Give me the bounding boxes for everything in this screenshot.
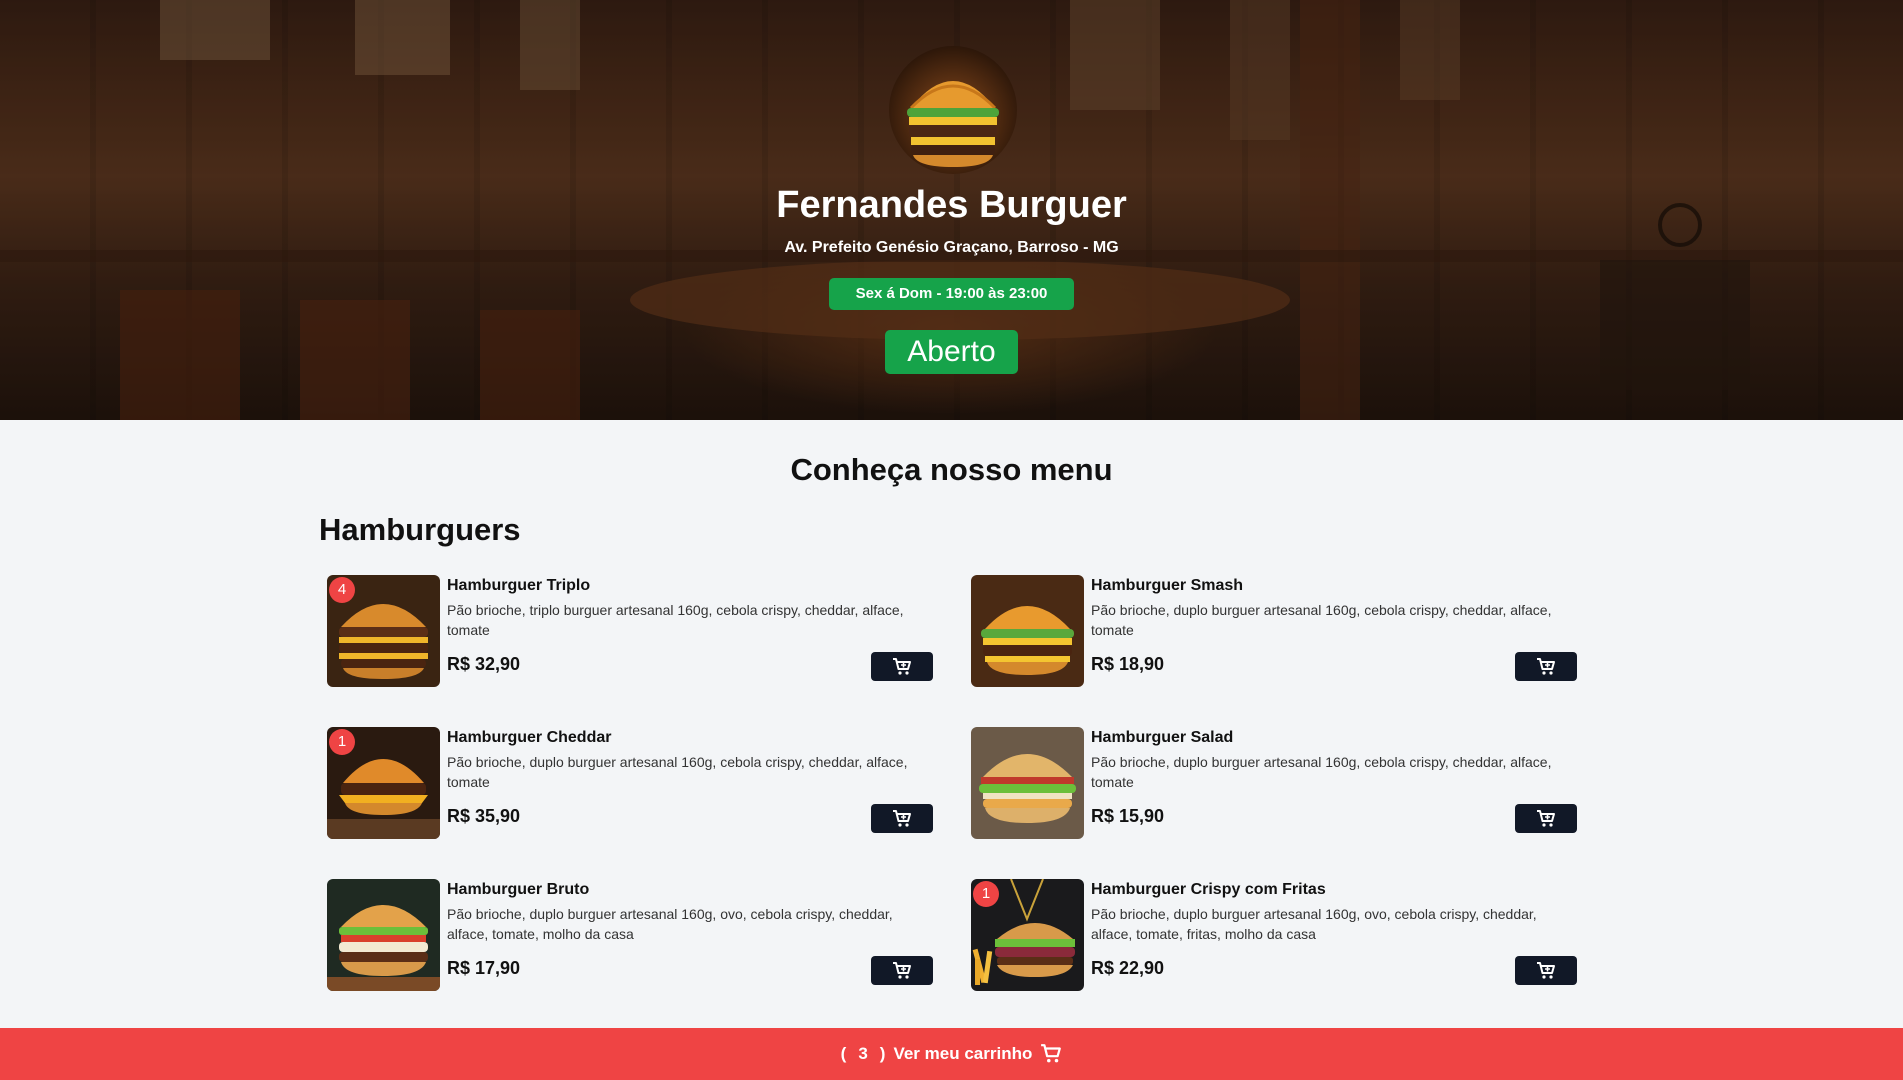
- add-to-cart-button[interactable]: [1515, 956, 1577, 985]
- product-card-hamburguer-cheddar: 1 Hamburguer Cheddar Pão brioche, duplo …: [327, 727, 933, 841]
- product-description: Pão brioche, duplo burguer artesanal 160…: [447, 906, 893, 942]
- product-image: 1: [971, 879, 1084, 991]
- view-cart-button[interactable]: ( 3 ) Ver meu carrinho: [0, 1028, 1903, 1080]
- product-description: Pão brioche, duplo burguer artesanal 160…: [1091, 754, 1552, 790]
- product-name: Hamburguer Crispy com Fritas: [1091, 881, 1326, 898]
- view-cart-label: Ver meu carrinho: [893, 1044, 1033, 1063]
- add-to-cart-button[interactable]: [1515, 652, 1577, 681]
- menu-heading: Conheça nosso menu: [790, 452, 1113, 487]
- product-card-hamburguer-bruto: Hamburguer Bruto Pão brioche, duplo burg…: [327, 879, 933, 993]
- cart-plus-icon: [1537, 657, 1555, 675]
- add-to-cart-button[interactable]: [1515, 804, 1577, 833]
- opening-hours-badge: Sex á Dom - 19:00 às 23:00: [829, 278, 1074, 310]
- product-price: R$ 32,90: [447, 654, 521, 674]
- product-price: R$ 35,90: [447, 806, 521, 826]
- product-name: Hamburguer Bruto: [447, 881, 590, 898]
- hero-banner: Fernandes Burguer Av. Prefeito Genésio G…: [0, 0, 1903, 420]
- product-name: Hamburguer Cheddar: [447, 729, 612, 746]
- product-price: R$ 22,90: [1091, 958, 1165, 978]
- add-to-cart-button[interactable]: [871, 652, 933, 681]
- category-title-hamburguers: Hamburguers: [319, 512, 521, 547]
- product-description: Pão brioche, duplo burguer artesanal 160…: [447, 754, 908, 790]
- product-image: [327, 879, 440, 991]
- product-price: R$ 17,90: [447, 958, 521, 978]
- cart-plus-icon: [893, 961, 911, 979]
- cart-plus-icon: [1537, 961, 1555, 979]
- quantity-badge: 1: [329, 729, 355, 755]
- cart-icon: [1041, 1044, 1062, 1063]
- product-name: Hamburguer Salad: [1091, 729, 1234, 746]
- restaurant-address: Av. Prefeito Genésio Graçano, Barroso - …: [784, 239, 1119, 256]
- open-status-badge: Aberto: [885, 330, 1018, 374]
- quantity-badge: 4: [329, 577, 355, 603]
- cart-count-open-paren: (: [840, 1044, 847, 1063]
- product-card-hamburguer-salad: Hamburguer Salad Pão brioche, duplo burg…: [971, 727, 1577, 841]
- product-price: R$ 15,90: [1091, 806, 1165, 826]
- product-description: Pão brioche, duplo burguer artesanal 160…: [1091, 602, 1552, 638]
- cart-plus-icon: [893, 657, 911, 675]
- restaurant-name: Fernandes Burguer: [776, 184, 1127, 226]
- product-image: 4: [327, 575, 440, 687]
- product-name: Hamburguer Triplo: [447, 577, 591, 594]
- cart-plus-icon: [893, 809, 911, 827]
- product-price: R$ 18,90: [1091, 654, 1165, 674]
- cart-plus-icon: [1537, 809, 1555, 827]
- add-to-cart-button[interactable]: [871, 956, 933, 985]
- product-image: [971, 727, 1084, 839]
- product-description: Pão brioche, duplo burguer artesanal 160…: [1091, 906, 1537, 942]
- product-card-hamburguer-crispy-com-fritas: 1 Hamburguer Crispy com Fritas Pão brioc…: [971, 879, 1577, 993]
- product-description: Pão brioche, triplo burguer artesanal 16…: [447, 602, 904, 638]
- product-image: [971, 575, 1084, 687]
- product-name: Hamburguer Smash: [1091, 577, 1244, 594]
- add-to-cart-button[interactable]: [871, 804, 933, 833]
- product-card-hamburguer-smash: Hamburguer Smash Pão brioche, duplo burg…: [971, 575, 1577, 689]
- restaurant-logo: [889, 46, 1017, 174]
- product-card-hamburguer-triplo: 4 Hamburguer Triplo Pão brioche, triplo …: [327, 575, 933, 689]
- cart-count: 3: [858, 1044, 868, 1063]
- cart-count-close-paren: ): [879, 1044, 886, 1063]
- product-image: 1: [327, 727, 440, 839]
- quantity-badge: 1: [973, 881, 999, 907]
